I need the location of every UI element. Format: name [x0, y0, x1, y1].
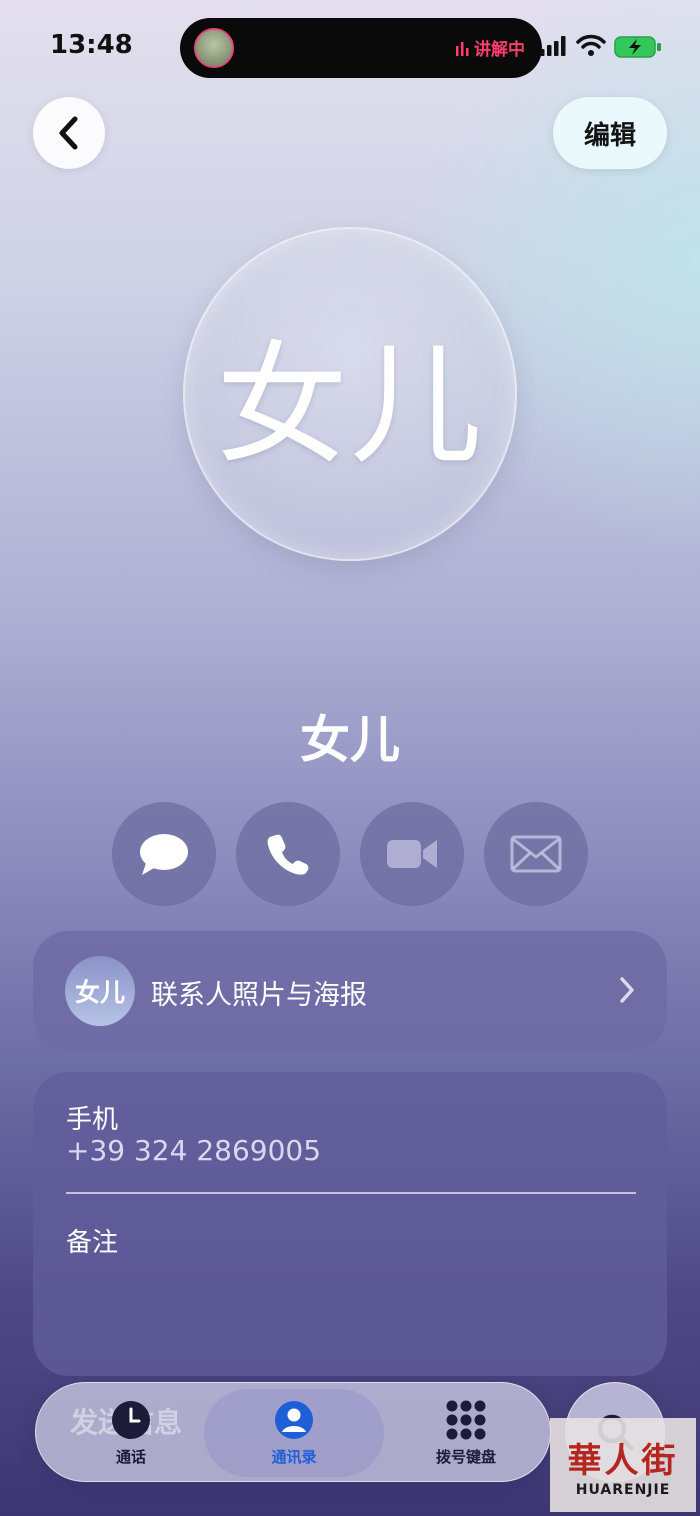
person-icon [275, 1400, 313, 1439]
chevron-right-icon [620, 977, 634, 1003]
live-avatar [194, 28, 234, 68]
signal-icon [540, 36, 566, 56]
audio-bars-icon [456, 41, 469, 56]
phone-label: 手机 [66, 1105, 119, 1135]
tab-contacts[interactable]: 通讯录 [204, 1389, 384, 1477]
clock-icon [112, 1400, 150, 1439]
video-button[interactable] [360, 802, 464, 906]
contact-avatar[interactable]: 女儿 [183, 227, 517, 561]
watermark-text-en: HUARENJIE [575, 1481, 671, 1498]
message-icon [140, 834, 188, 875]
tab-contacts-label: 通讯录 [271, 1447, 317, 1466]
tab-keypad[interactable]: 拨号键盘 [401, 1383, 531, 1483]
status-time: 13:48 [50, 30, 133, 60]
notes-field[interactable]: 备注 [66, 1222, 118, 1259]
tab-recents[interactable]: 通话 [76, 1383, 186, 1483]
mail-button[interactable] [484, 802, 588, 906]
watermark-text-cn: 華人街 [567, 1440, 679, 1481]
tab-recents-label: 通话 [115, 1447, 146, 1466]
live-text: 讲解中 [474, 40, 525, 60]
phone-icon [267, 834, 309, 875]
edit-button[interactable]: 编辑 [553, 97, 667, 169]
tab-bar: 发送信息 通话 通讯录 拨号键盘 [35, 1382, 551, 1482]
battery-charging-icon [614, 36, 661, 58]
contact-name: 女儿 [300, 711, 400, 769]
divider [66, 1192, 636, 1194]
poster-avatar: 女儿 [65, 956, 135, 1026]
watermark-logo: 華人街 HUARENJIE [550, 1418, 696, 1512]
contact-photo-poster-row[interactable]: 女儿 联系人照片与海报 [33, 931, 667, 1051]
message-button[interactable] [112, 802, 216, 906]
mail-icon [510, 835, 562, 873]
tab-keypad-label: 拨号键盘 [435, 1447, 496, 1466]
poster-label: 联系人照片与海报 [151, 980, 367, 1011]
back-button[interactable] [33, 97, 105, 169]
contact-info-card: 手机 +39 324 2869005 备注 [33, 1072, 667, 1376]
call-button[interactable] [236, 802, 340, 906]
contact-avatar-text: 女儿 [216, 328, 484, 483]
wifi-icon [576, 34, 606, 56]
chevron-left-icon [59, 116, 78, 150]
live-indicator: 讲解中 [456, 35, 525, 60]
video-icon [387, 840, 437, 868]
keypad-icon [446, 1400, 486, 1439]
phone-number[interactable]: +39 324 2869005 [66, 1134, 321, 1167]
